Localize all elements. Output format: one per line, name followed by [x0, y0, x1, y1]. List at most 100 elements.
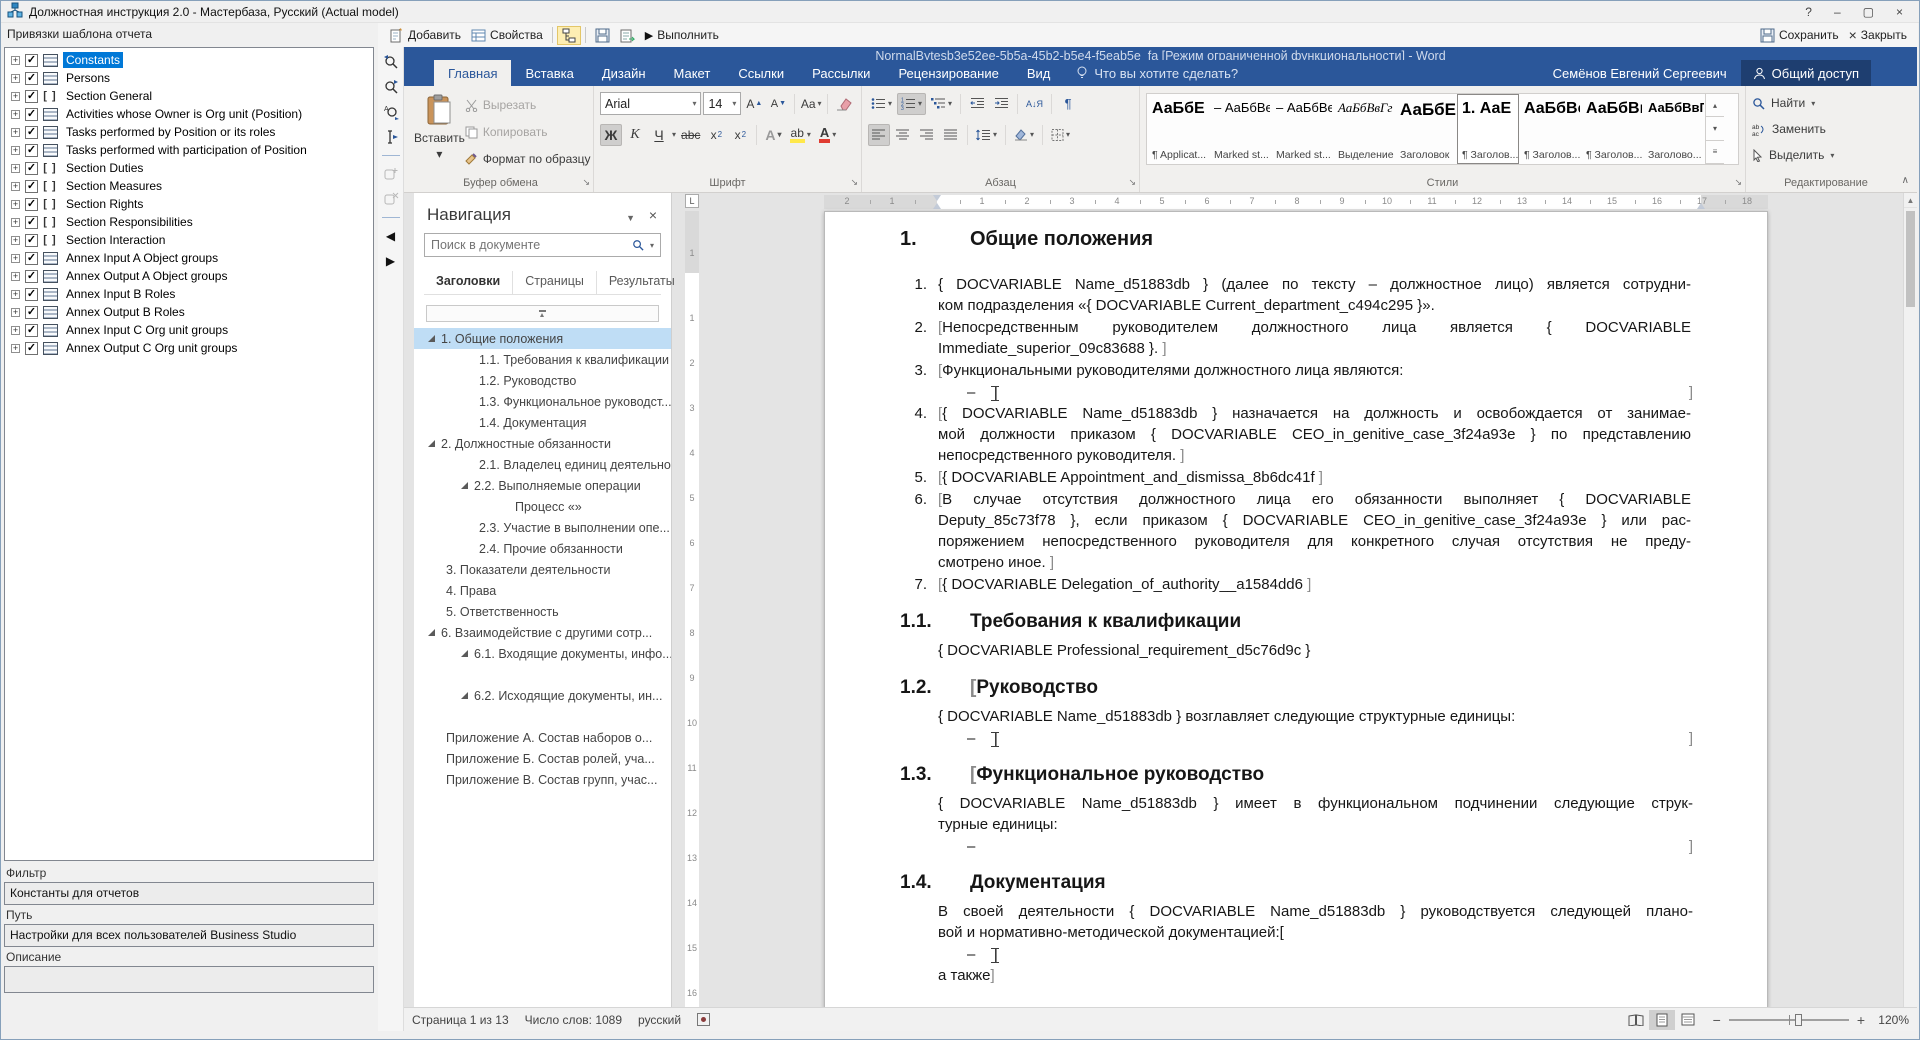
justify-button[interactable] [940, 124, 962, 146]
tree-item[interactable]: +✓Annex Output B Roles [5, 303, 373, 321]
tree-item[interactable]: +✓Tasks performed with participation of … [5, 141, 373, 159]
page-indicator[interactable]: Страница 1 из 13 [412, 1013, 509, 1027]
style-card[interactable]: АаБбЕЗаголовок [1395, 94, 1457, 164]
tab-Ссылки[interactable]: Ссылки [724, 60, 798, 86]
styles-launcher-icon[interactable]: ↘ [1734, 177, 1742, 188]
show-marks-button[interactable]: ¶ [1057, 93, 1079, 115]
expand-icon[interactable]: + [11, 56, 20, 65]
hanging-indent-marker[interactable] [933, 203, 941, 209]
filter-field[interactable]: Константы для отчетов [4, 882, 374, 905]
nav-heading-item[interactable]: 2.4. Прочие обязанности [414, 538, 671, 559]
nav-heading-item[interactable]: 1.1. Требования к квалификации [414, 349, 671, 370]
underline-button[interactable]: Ч [648, 124, 670, 146]
nav-heading-item[interactable]: 6.2. Исходящие документы, ин... [414, 685, 671, 706]
nav-heading-item[interactable]: Процесс «» [414, 496, 671, 517]
styles-up-icon[interactable]: ▴ [1706, 94, 1724, 117]
expand-icon[interactable]: + [11, 326, 20, 335]
tab-selector[interactable]: L [685, 194, 699, 208]
expand-icon[interactable]: + [11, 272, 20, 281]
tree-item[interactable]: +✓Annex Input A Object groups [5, 249, 373, 267]
save-template-button[interactable] [590, 26, 615, 45]
font-size-combo[interactable]: 14▾ [703, 92, 741, 115]
nav-heading-item[interactable]: Приложение В. Состав групп, учас... [414, 769, 671, 790]
maximize-icon[interactable]: ▢ [1863, 5, 1874, 19]
checkbox-checked-icon[interactable]: ✓ [25, 342, 38, 355]
macro-record-icon[interactable] [697, 1013, 710, 1026]
tab-Рассылки[interactable]: Рассылки [798, 60, 884, 86]
nav-heading-item[interactable]: 3. Показатели деятельности [414, 559, 671, 580]
word-count[interactable]: Число слов: 1089 [525, 1013, 622, 1027]
tree-item[interactable]: +✓[ ]Section Responsibilities [5, 213, 373, 231]
bindings-tree[interactable]: +✓Constants+✓Persons+✓[ ]Section General… [4, 47, 374, 861]
web-layout-button[interactable] [1675, 1010, 1701, 1030]
checkbox-checked-icon[interactable]: ✓ [25, 252, 38, 265]
checkbox-checked-icon[interactable]: ✓ [25, 54, 38, 67]
scrollbar-thumb[interactable] [1906, 211, 1915, 307]
checkbox-checked-icon[interactable]: ✓ [25, 180, 38, 193]
style-card[interactable]: АаБбВвГЗаголово... [1643, 94, 1705, 164]
bold-button[interactable]: Ж [600, 124, 622, 146]
highlight-button[interactable]: ab▾ [787, 124, 814, 146]
paste-dropdown-icon[interactable]: ▾ [436, 147, 442, 161]
tree-item[interactable]: +✓Annex Output C Org unit groups [5, 339, 373, 357]
checkbox-checked-icon[interactable]: ✓ [25, 72, 38, 85]
jump-to-top-button[interactable] [426, 305, 659, 322]
font-color-button[interactable]: А▾ [816, 124, 839, 146]
scroll-up-icon[interactable]: ▲ [1904, 193, 1917, 208]
checkbox-checked-icon[interactable]: ✓ [25, 306, 38, 319]
collapse-ribbon-icon[interactable]: ∧ [1902, 175, 1909, 186]
replace-button[interactable]: abac Заменить [1752, 116, 1900, 142]
print-layout-button[interactable] [1649, 1010, 1675, 1030]
bindings-tree-button[interactable] [557, 26, 581, 45]
horizontal-ruler[interactable]: 21123456789101112131415161718 [704, 195, 1903, 209]
checkbox-checked-icon[interactable]: ✓ [25, 126, 38, 139]
expand-icon[interactable]: + [11, 218, 20, 227]
expanded-icon[interactable] [428, 629, 435, 636]
checkbox-checked-icon[interactable]: ✓ [25, 144, 38, 157]
zoom-slider[interactable] [1729, 1019, 1849, 1021]
checkbox-checked-icon[interactable]: ✓ [25, 288, 38, 301]
find-button[interactable]: Найти▾ [1752, 90, 1900, 116]
find-text-icon[interactable]: A [382, 103, 400, 121]
zoom-in-icon[interactable]: + [1857, 1012, 1865, 1028]
line-spacing-button[interactable]: ▾ [973, 124, 1000, 146]
tree-item[interactable]: +✓[ ]Section Duties [5, 159, 373, 177]
style-card[interactable]: АаБбВвГгВыделение [1333, 94, 1395, 164]
tree-item[interactable]: +✓[ ]Section Rights [5, 195, 373, 213]
italic-button[interactable]: К [624, 124, 646, 146]
close-button[interactable]: × Закрыть [1844, 25, 1912, 45]
style-card[interactable]: – АаБбВеMarked st... [1271, 94, 1333, 164]
expand-icon[interactable]: + [11, 164, 20, 173]
subscript-button[interactable]: x2 [705, 124, 727, 146]
tell-me-box[interactable]: Что вы хотите сделать? [1064, 60, 1250, 86]
tree-item[interactable]: +✓Activities whose Owner is Org unit (Po… [5, 105, 373, 123]
nav-heading-item[interactable]: 6. Взаимодействие с другими сотр... [414, 622, 671, 643]
borders-button[interactable]: ▾ [1048, 124, 1073, 146]
checkbox-checked-icon[interactable]: ✓ [25, 90, 38, 103]
expand-icon[interactable]: + [11, 254, 20, 263]
description-field[interactable] [4, 966, 374, 993]
sort-button[interactable]: А↓Я [1023, 93, 1046, 115]
nav-heading-item[interactable]: 1.4. Документация [414, 412, 671, 433]
bullets-button[interactable]: ▾ [868, 93, 895, 115]
clear-formatting-button[interactable] [833, 93, 855, 115]
zoom-out-icon[interactable]: − [1713, 1012, 1721, 1028]
paragraph-launcher-icon[interactable]: ↘ [1128, 177, 1136, 188]
tree-item[interactable]: +✓[ ]Section General [5, 87, 373, 105]
help-icon[interactable]: ? [1805, 5, 1812, 19]
minimize-icon[interactable]: – [1834, 5, 1841, 19]
expand-icon[interactable]: + [11, 110, 20, 119]
font-name-combo[interactable]: Arial▾ [600, 92, 701, 115]
right-indent-marker[interactable] [1697, 203, 1705, 209]
read-mode-button[interactable] [1623, 1010, 1649, 1030]
numbering-button[interactable]: 123▾ [897, 93, 926, 115]
properties-button[interactable]: Свойства [466, 26, 548, 45]
tree-item[interactable]: +✓[ ]Section Interaction [5, 231, 373, 249]
font-launcher-icon[interactable]: ↘ [850, 177, 858, 188]
style-card[interactable]: АаБбВе¶ Заголов... [1519, 94, 1581, 164]
nav-heading-item[interactable]: 2.1. Владелец единиц деятельно... [414, 454, 671, 475]
checkbox-checked-icon[interactable]: ✓ [25, 216, 38, 229]
tab-Дизайн[interactable]: Дизайн [588, 60, 660, 86]
expand-icon[interactable]: + [11, 92, 20, 101]
checkbox-checked-icon[interactable]: ✓ [25, 324, 38, 337]
